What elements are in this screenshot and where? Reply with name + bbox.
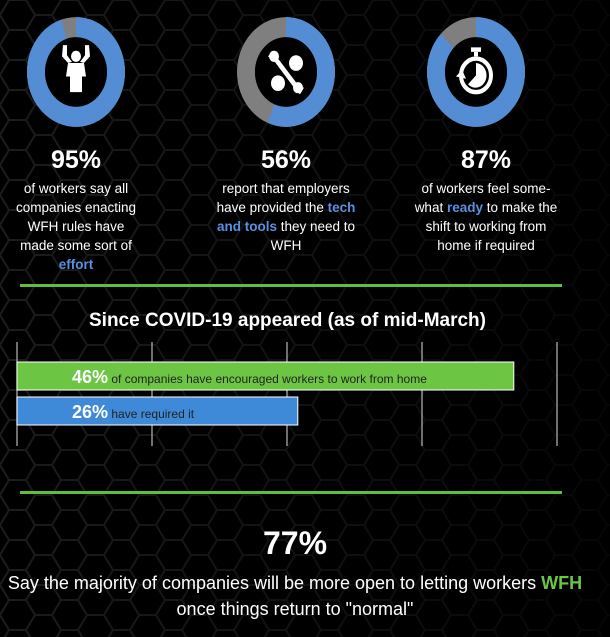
donut-1: [27, 17, 125, 127]
chart-title: Since COVID-19 appeared (as of mid-March…: [89, 310, 486, 331]
stat-effort: 95% of workers say all companies enactin…: [0, 145, 176, 274]
bar-label-encouraged: 46% of companies have encouraged workers…: [72, 367, 427, 387]
stat-tools: 56% report that employers have provided …: [186, 145, 386, 255]
divider: [20, 491, 562, 494]
stat-description: of workers feel some-what ready to make …: [414, 181, 558, 253]
donut-row: [27, 17, 525, 127]
donut-2: [237, 17, 335, 127]
bar-label-required: 26% have required it: [72, 402, 195, 422]
stat-percent: 95%: [50, 146, 102, 174]
donut-3: [427, 17, 525, 127]
stat-percent: 87%: [460, 146, 512, 174]
footer-percent: 77%: [262, 525, 328, 561]
bar-chart: [16, 342, 558, 446]
stat-ready: 87% of workers feel some-what ready to m…: [386, 145, 586, 255]
stat-description: of workers say all companies enacting WF…: [15, 181, 137, 272]
stat-description: report that employers have provided the …: [216, 181, 356, 253]
footer-text: Say the majority of companies will be mo…: [7, 573, 583, 619]
divider: [20, 284, 562, 287]
stat-percent: 56%: [260, 146, 312, 174]
